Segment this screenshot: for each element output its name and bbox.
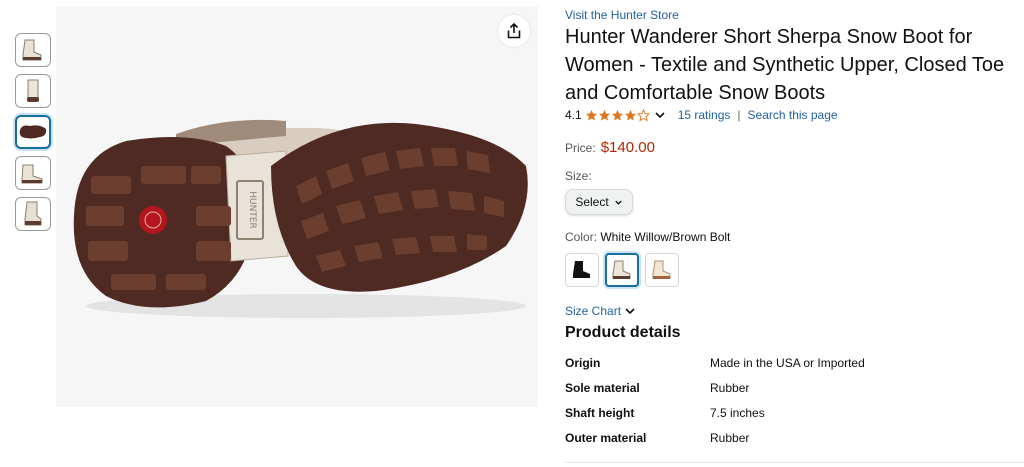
boot-thumbnail-icon bbox=[27, 79, 39, 102]
boot-thumbnail-icon bbox=[21, 164, 43, 184]
product-info: Visit the Hunter Store Hunter Wanderer S… bbox=[565, 7, 1024, 456]
swatch-cream-boot[interactable] bbox=[645, 253, 679, 287]
black-boot-icon bbox=[573, 261, 590, 278]
boot-sole-thumbnail-icon bbox=[19, 125, 47, 139]
product-title: Hunter Wanderer Short Sherpa Snow Boot f… bbox=[565, 23, 1024, 107]
size-chart-label: Size Chart bbox=[565, 304, 622, 318]
boot-sole-image: HUNTER bbox=[73, 119, 528, 318]
color-value: White Willow/Brown Bolt bbox=[600, 230, 731, 244]
cream-boot-icon bbox=[652, 260, 671, 279]
thumbnail-boot-front[interactable] bbox=[15, 74, 51, 108]
white-boot-icon bbox=[612, 260, 631, 279]
ratings-count-link[interactable]: 15 ratings bbox=[678, 108, 731, 122]
star-full-icon bbox=[611, 109, 623, 121]
thumbnail-boot-model[interactable] bbox=[15, 197, 51, 231]
details-value: 7.5 inches bbox=[710, 406, 765, 420]
chevron-down-icon bbox=[625, 308, 635, 315]
product-details-heading: Product details bbox=[565, 324, 681, 341]
title-line-1: Hunter Wanderer Short Sherpa Snow Boot f… bbox=[565, 26, 973, 48]
price-value: $140.00 bbox=[600, 139, 655, 156]
swatch-black-boot[interactable] bbox=[565, 253, 599, 287]
star-rating[interactable] bbox=[585, 108, 650, 122]
main-product-image[interactable]: HUNTER bbox=[56, 6, 538, 407]
share-button[interactable] bbox=[498, 15, 530, 47]
details-key: Origin bbox=[565, 356, 601, 370]
color-swatches bbox=[565, 253, 1024, 287]
star-full-icon bbox=[624, 109, 636, 121]
details-key: Outer material bbox=[565, 431, 647, 445]
section-divider bbox=[565, 462, 1024, 463]
svg-text:HUNTER: HUNTER bbox=[247, 191, 257, 229]
swatch-white-willow-boot[interactable] bbox=[605, 253, 639, 287]
thumbnail-boot-side[interactable] bbox=[15, 33, 51, 67]
details-key: Shaft height bbox=[565, 406, 635, 420]
details-value: Made in the USA or Imported bbox=[710, 356, 865, 370]
price-label: Price: bbox=[565, 141, 596, 155]
rating-number: 4.1 bbox=[565, 108, 582, 122]
details-row: Origin Made in the USA or Imported bbox=[565, 356, 1024, 381]
title-line-2: Women - Textile and Synthetic Upper, Clo… bbox=[565, 54, 1005, 76]
size-chart-link[interactable]: Size Chart bbox=[565, 304, 1024, 318]
size-select-dropdown[interactable]: Select bbox=[565, 189, 633, 215]
boot-thumbnail-icon bbox=[22, 39, 42, 61]
color-label: Color: bbox=[565, 230, 598, 244]
details-row: Outer material Rubber bbox=[565, 431, 1024, 456]
star-full-icon bbox=[585, 109, 597, 121]
details-row: Sole material Rubber bbox=[565, 381, 1024, 406]
chevron-down-icon[interactable] bbox=[654, 109, 666, 121]
thumbnail-list bbox=[15, 33, 53, 238]
chevron-down-icon bbox=[614, 200, 622, 205]
details-value: Rubber bbox=[710, 431, 750, 445]
size-select-label: Select bbox=[575, 195, 609, 209]
star-full-icon bbox=[598, 109, 610, 121]
price-row: Price: $140.00 bbox=[565, 139, 1024, 156]
title-line-3: and Comfortable Snow Boots bbox=[565, 82, 826, 104]
size-label: Size: bbox=[565, 169, 592, 183]
thumbnail-boot-pair[interactable] bbox=[15, 156, 51, 190]
color-row: Color: White Willow/Brown Bolt bbox=[565, 230, 1024, 244]
details-key: Sole material bbox=[565, 381, 640, 395]
search-page-link[interactable]: Search this page bbox=[748, 108, 838, 122]
details-value: Rubber bbox=[710, 381, 750, 395]
separator: | bbox=[737, 108, 741, 122]
product-details-table: Origin Made in the USA or Imported Sole … bbox=[565, 356, 1024, 456]
details-row: Shaft height 7.5 inches bbox=[565, 406, 1024, 431]
rating-row: 4.1 15 ratings | Search this page bbox=[565, 106, 1024, 124]
store-link[interactable]: Visit the Hunter Store bbox=[565, 7, 1024, 23]
thumbnail-boot-sole[interactable] bbox=[15, 115, 51, 149]
star-empty-icon bbox=[636, 108, 650, 121]
share-icon bbox=[507, 22, 521, 39]
boot-thumbnail-icon bbox=[24, 201, 42, 226]
